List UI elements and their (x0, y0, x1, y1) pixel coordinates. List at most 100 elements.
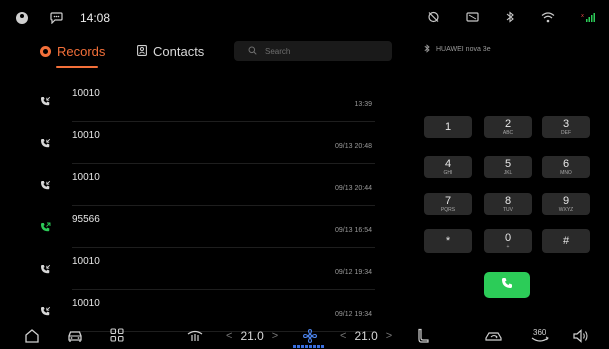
tab-records-label: Records (57, 44, 106, 59)
no-camera-icon[interactable] (427, 11, 440, 23)
row-divider (72, 247, 375, 248)
active-tab-indicator (56, 66, 98, 68)
svg-text:x: x (581, 13, 584, 19)
connected-device: HUAWEI nova 3e (424, 44, 491, 55)
wifi-icon[interactable] (541, 11, 555, 23)
temp-up-icon[interactable]: > (272, 330, 278, 342)
keypad-key[interactable]: 9 WXYZ (542, 193, 590, 215)
keypad-key[interactable]: 5 JKL (484, 156, 532, 178)
home-icon[interactable] (24, 328, 40, 349)
device-name: HUAWEI nova 3e (436, 46, 491, 53)
360-view-label: 360 (533, 328, 547, 337)
temp-down-icon[interactable]: < (226, 330, 232, 342)
incoming-call-icon (40, 94, 51, 112)
call-record-row[interactable]: 10010 13:39 (40, 82, 375, 122)
call-time: 09/13 20:44 (335, 185, 372, 192)
key-letters: TUV (503, 206, 513, 213)
incoming-call-icon (40, 304, 51, 322)
keypad-key[interactable]: 4 GHI (424, 156, 472, 178)
call-time: 13:39 (354, 101, 372, 108)
call-number: 95566 (72, 214, 100, 225)
bluetooth-icon (424, 44, 430, 55)
key-letters: GHI (443, 169, 453, 176)
key-digit: # (562, 234, 570, 247)
key-digit: 8 (504, 194, 512, 207)
phone-icon (501, 276, 513, 294)
call-record-row[interactable]: 10010 09/13 20:48 (40, 124, 375, 164)
incoming-call-icon (40, 178, 51, 196)
fan-level-indicator (293, 345, 325, 348)
key-letters: PQRS (440, 206, 456, 213)
call-button[interactable] (484, 272, 530, 298)
tab-contacts-label: Contacts (153, 44, 205, 59)
call-record-row[interactable]: 10010 09/13 20:44 (40, 166, 375, 206)
bottom-bar: < 21.0 > < 21.0 > 360 (0, 325, 609, 349)
records-icon (40, 46, 51, 57)
screen-icon[interactable] (466, 11, 479, 23)
keypad-key[interactable]: 6 MNO (542, 156, 590, 178)
bluetooth-icon[interactable] (505, 11, 515, 23)
temp-down-icon[interactable]: < (340, 330, 346, 342)
keypad-key[interactable]: 0 + (484, 229, 532, 253)
outgoing-call-icon (40, 220, 51, 238)
seat-icon[interactable] (416, 328, 430, 349)
search-icon (248, 46, 257, 57)
key-letters: JKL (503, 169, 513, 176)
search-input[interactable]: Search (234, 41, 392, 61)
key-digit: 5 (504, 157, 512, 170)
passenger-temp-value: 21.0 (354, 329, 378, 343)
status-bar: 14:08 x (0, 0, 609, 30)
call-number: 10010 (72, 298, 100, 309)
key-digit: 3 (562, 117, 570, 130)
car-icon[interactable] (66, 328, 84, 349)
call-time: 09/13 16:54 (335, 227, 372, 234)
key-digit: * (445, 234, 451, 247)
key-digit: 1 (444, 120, 452, 133)
contacts-icon (137, 44, 147, 59)
key-digit: 6 (562, 157, 570, 170)
tab-records[interactable]: Records (40, 44, 105, 59)
row-divider (72, 289, 375, 290)
call-number: 10010 (72, 88, 100, 99)
seat-heat-icon[interactable] (186, 328, 204, 349)
key-letters: + (506, 243, 510, 250)
keypad-key[interactable]: 7 PQRS (424, 193, 472, 215)
key-letters: WXYZ (558, 206, 574, 213)
message-icon[interactable] (50, 11, 63, 29)
clock: 14:08 (80, 11, 111, 25)
keypad-key[interactable]: # (542, 229, 590, 253)
avatar-icon[interactable] (16, 12, 28, 24)
temp-up-icon[interactable]: > (386, 330, 392, 342)
row-divider (72, 163, 375, 164)
cellular-signal-icon: x (581, 11, 595, 23)
apps-icon[interactable] (110, 328, 124, 347)
key-letters: ABC (502, 129, 514, 136)
row-divider (72, 205, 375, 206)
call-number: 10010 (72, 172, 100, 183)
driver-temperature[interactable]: < 21.0 > (226, 329, 278, 343)
call-record-row[interactable]: 95566 09/13 16:54 (40, 208, 375, 248)
incoming-call-icon (40, 262, 51, 280)
key-digit: 4 (444, 157, 452, 170)
incoming-call-icon (40, 136, 51, 154)
call-number: 10010 (72, 256, 100, 267)
call-time: 09/12 19:34 (335, 269, 372, 276)
keypad-key[interactable]: 2 ABC (484, 116, 532, 138)
recirculation-icon[interactable] (484, 328, 504, 349)
volume-icon[interactable] (572, 328, 590, 349)
key-digit: 2 (504, 117, 512, 130)
call-record-row[interactable]: 10010 09/12 19:34 (40, 250, 375, 290)
call-time: 09/13 20:48 (335, 143, 372, 150)
call-number: 10010 (72, 130, 100, 141)
keypad-key[interactable]: * (424, 229, 472, 253)
passenger-temperature[interactable]: < 21.0 > (340, 329, 392, 343)
keypad-key[interactable]: 3 DEF (542, 116, 590, 138)
key-letters: MNO (560, 169, 572, 176)
tab-contacts[interactable]: Contacts (137, 44, 204, 59)
call-time: 09/12 19:34 (335, 311, 372, 318)
360-view-icon[interactable]: 360 (530, 327, 550, 349)
key-digit: 7 (444, 194, 452, 207)
keypad-key[interactable]: 8 TUV (484, 193, 532, 215)
key-digit: 0 (504, 231, 512, 244)
keypad-key[interactable]: 1 (424, 116, 472, 138)
